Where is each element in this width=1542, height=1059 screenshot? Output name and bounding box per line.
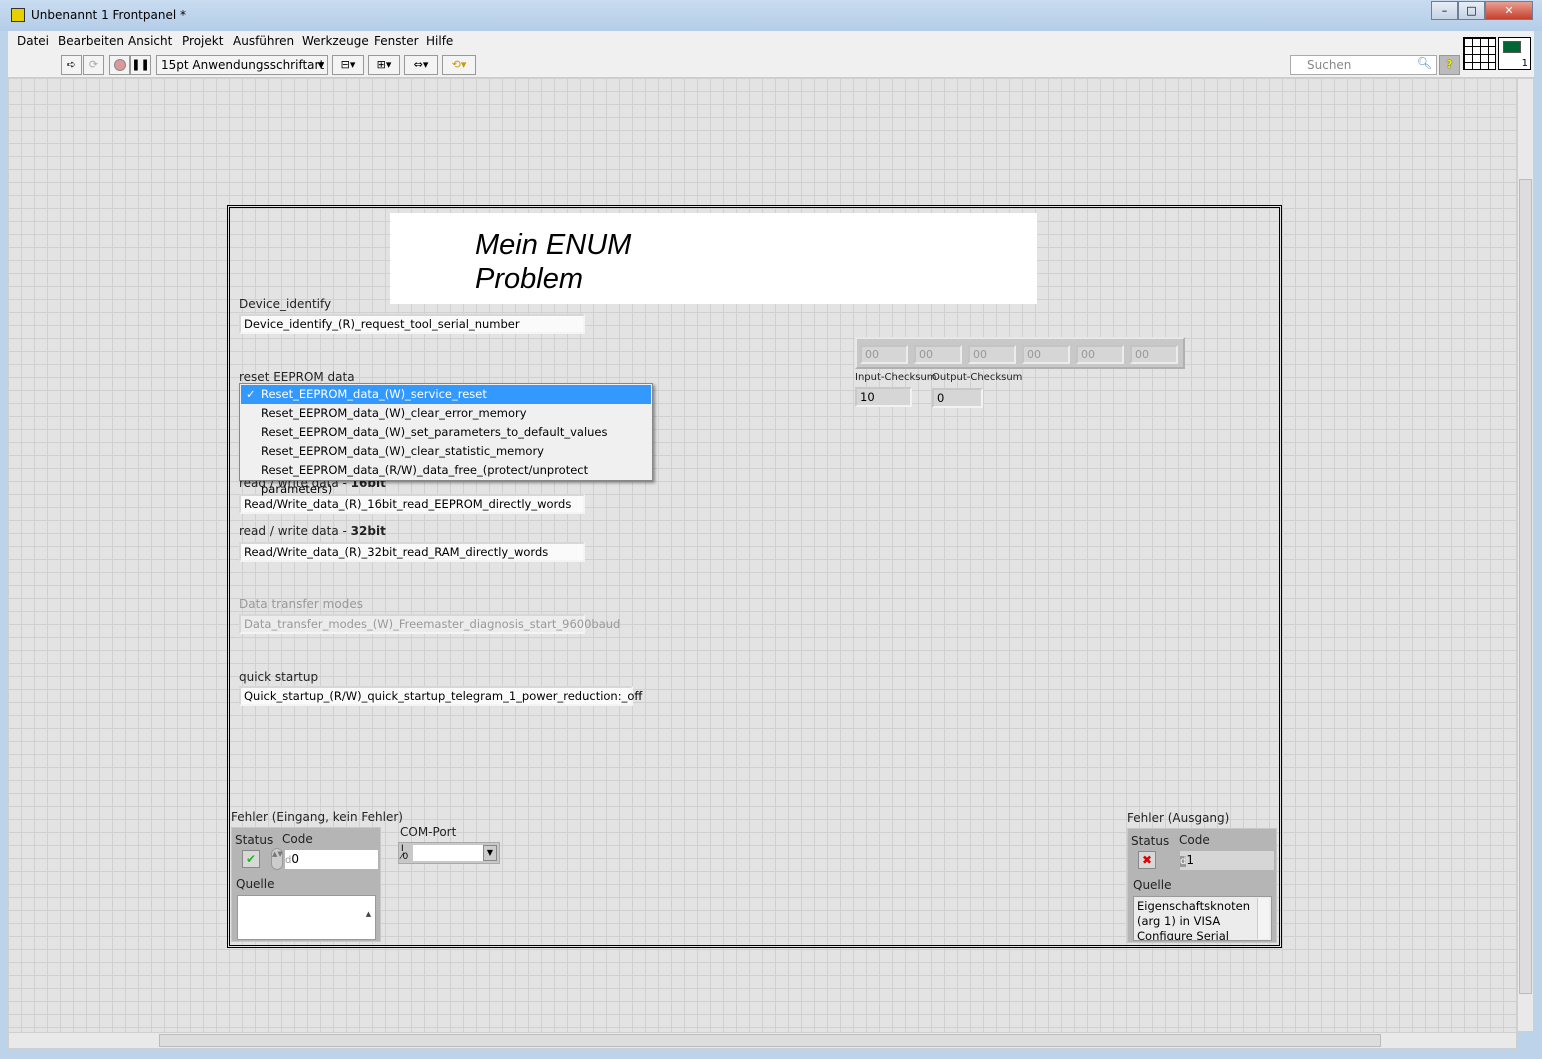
error-in-code-value: 0	[291, 852, 299, 866]
menu-datei[interactable]: Datei	[17, 34, 49, 48]
input-checksum-indicator: 10	[855, 387, 912, 407]
hex-element: 00	[1130, 345, 1178, 364]
run-arrow-icon[interactable]: ➪	[61, 55, 82, 75]
rw32-label-bold: 32bit	[350, 524, 386, 538]
horizontal-scrollbar[interactable]	[8, 1032, 1517, 1049]
font-select[interactable]: 15pt Anwendungsschriftart ▾	[156, 55, 328, 75]
close-button[interactable]: ✕	[1485, 1, 1533, 20]
dropdown-option[interactable]: Reset_EEPROM_data_(W)_clear_error_memory	[241, 404, 651, 423]
panel-title-line1: Mein ENUM	[475, 229, 632, 261]
output-checksum-indicator: 0	[932, 388, 983, 408]
distribute-objects-icon[interactable]: ⊞▾	[368, 55, 400, 75]
transfer-label: Data transfer modes	[239, 597, 363, 611]
title-bar: Unbenannt 1 Frontpanel * – □ ✕	[0, 0, 1542, 31]
com-port-select[interactable]: I ⁄0 ▼	[398, 842, 500, 864]
menu-ausfuehren[interactable]: Ausführen	[233, 34, 294, 48]
error-out-source-indicator: Eigenschaftsknoten (arg 1) in VISA Confi…	[1133, 896, 1272, 941]
increment-decrement-icon[interactable]: ▲▼	[271, 848, 283, 870]
error-out-code-value: 1	[1186, 853, 1194, 867]
hex-element: 00	[1076, 345, 1124, 364]
com-port-label: COM-Port	[400, 825, 457, 839]
source-scrollbar[interactable]: ▲	[362, 896, 375, 939]
menu-bar: Datei Bearbeiten Ansicht Projekt Ausführ…	[8, 31, 1534, 51]
check-icon: ✓	[246, 387, 256, 401]
reorder-icon[interactable]: ⟲▾	[442, 55, 476, 75]
device-identify-label: Device_identify	[239, 297, 332, 311]
align-objects-icon[interactable]: ⊟▾	[332, 55, 364, 75]
reset-eeprom-label: reset EEPROM data	[239, 370, 355, 384]
chevron-down-icon[interactable]: ▼	[483, 845, 497, 861]
error-in-code-input[interactable]: d0	[285, 850, 378, 869]
pause-icon[interactable]: ❚❚	[130, 55, 151, 75]
error-out-source-label: Quelle	[1133, 878, 1172, 892]
panel-title: Mein ENUM Problem	[475, 228, 631, 296]
vertical-scrollbar[interactable]	[1517, 78, 1534, 1032]
abort-icon[interactable]	[109, 55, 130, 75]
connector-pane[interactable]	[1463, 37, 1496, 70]
transfer-ring[interactable]: Data_transfer_modes_(W)_Freemaster_diagn…	[239, 614, 620, 634]
com-port-value	[413, 845, 483, 861]
error-in-label: Fehler (Eingang, kein Fehler)	[231, 810, 403, 824]
minimize-button[interactable]: –	[1431, 1, 1458, 20]
rw32-label: read / write data - 32bit	[239, 524, 386, 538]
hex-element: 00	[914, 345, 962, 364]
error-out-status-label: Status	[1131, 834, 1170, 848]
hex-element: 00	[1022, 345, 1070, 364]
dropdown-option[interactable]: Reset_EEPROM_data_(R/W)_data_free_(prote…	[241, 461, 651, 496]
menu-werkzeuge[interactable]: Werkzeuge	[302, 34, 369, 48]
maximize-button[interactable]: □	[1458, 1, 1485, 20]
labview-vi-icon	[11, 8, 25, 22]
vi-icon[interactable]: 1	[1498, 37, 1531, 70]
error-out-label: Fehler (Ausgang)	[1127, 811, 1230, 825]
menu-hilfe[interactable]: Hilfe	[426, 34, 453, 48]
error-out-code-label: Code	[1179, 833, 1210, 847]
run-continuously-icon[interactable]: ⟳	[83, 55, 104, 75]
option-label: Reset_EEPROM_data_(W)_service_reset	[261, 387, 487, 401]
chevron-down-icon: ▾	[317, 58, 324, 72]
device-identify-ring[interactable]: Device_identify_(R)_request_tool_serial_…	[239, 314, 585, 334]
source-scrollbar[interactable]	[1257, 898, 1269, 939]
error-in-source-label: Quelle	[236, 877, 275, 891]
rw32-label-prefix: read / write data -	[239, 524, 351, 538]
search-icon[interactable]: 🔍︎	[1417, 56, 1432, 70]
quick-startup-ring[interactable]: Quick_startup_(R/W)_quick_startup_telegr…	[239, 686, 642, 706]
dropdown-option[interactable]: Reset_EEPROM_data_(W)_clear_statistic_me…	[241, 442, 651, 461]
menu-ansicht[interactable]: Ansicht	[128, 34, 172, 48]
rw32-ring[interactable]: Read/Write_data_(R)_32bit_read_RAM_direc…	[239, 542, 585, 562]
resize-objects-icon[interactable]: ⇔▾	[404, 55, 438, 75]
hex-element: 00	[860, 345, 908, 364]
error-in-status-label: Status	[235, 833, 274, 847]
menu-projekt[interactable]: Projekt	[182, 34, 223, 48]
error-in-source-input[interactable]	[237, 895, 376, 940]
reset-eeprom-dropdown: ✓ Reset_EEPROM_data_(W)_service_reset Res…	[239, 383, 653, 496]
dropdown-option[interactable]: ✓ Reset_EEPROM_data_(W)_service_reset	[241, 385, 651, 404]
output-checksum-label: Output-Checksum	[932, 372, 1023, 383]
dropdown-option[interactable]: Reset_EEPROM_data_(W)_set_parameters_to_…	[241, 423, 651, 442]
io-icon: I ⁄0	[401, 844, 409, 862]
panel-title-line2: Problem	[475, 263, 583, 295]
error-out-code-indicator: d1	[1180, 851, 1274, 870]
menu-bearbeiten[interactable]: Bearbeiten	[58, 34, 124, 48]
hex-element: 00	[968, 345, 1016, 364]
font-select-value: 15pt Anwendungsschriftart	[161, 58, 325, 72]
help-button[interactable]: ?	[1439, 55, 1460, 75]
search-input[interactable]: Suchen 🔍︎	[1290, 55, 1437, 75]
vi-icon-number: 1	[1521, 58, 1528, 69]
status-error-x-icon: ✖	[1138, 851, 1156, 869]
toolbar: ➪ ⟳ ❚❚ 15pt Anwendungsschriftart ▾ ⊟▾ ⊞▾ …	[8, 37, 1534, 78]
error-in-code-label: Code	[282, 832, 313, 846]
status-ok-checkmark-icon[interactable]: ✔	[242, 850, 260, 868]
input-checksum-label: Input-Checksum	[855, 372, 937, 383]
quick-startup-label: quick startup	[239, 670, 319, 684]
window-title: Unbenannt 1 Frontpanel *	[31, 8, 186, 22]
menu-fenster[interactable]: Fenster	[374, 34, 419, 48]
search-placeholder: Suchen	[1307, 58, 1352, 72]
